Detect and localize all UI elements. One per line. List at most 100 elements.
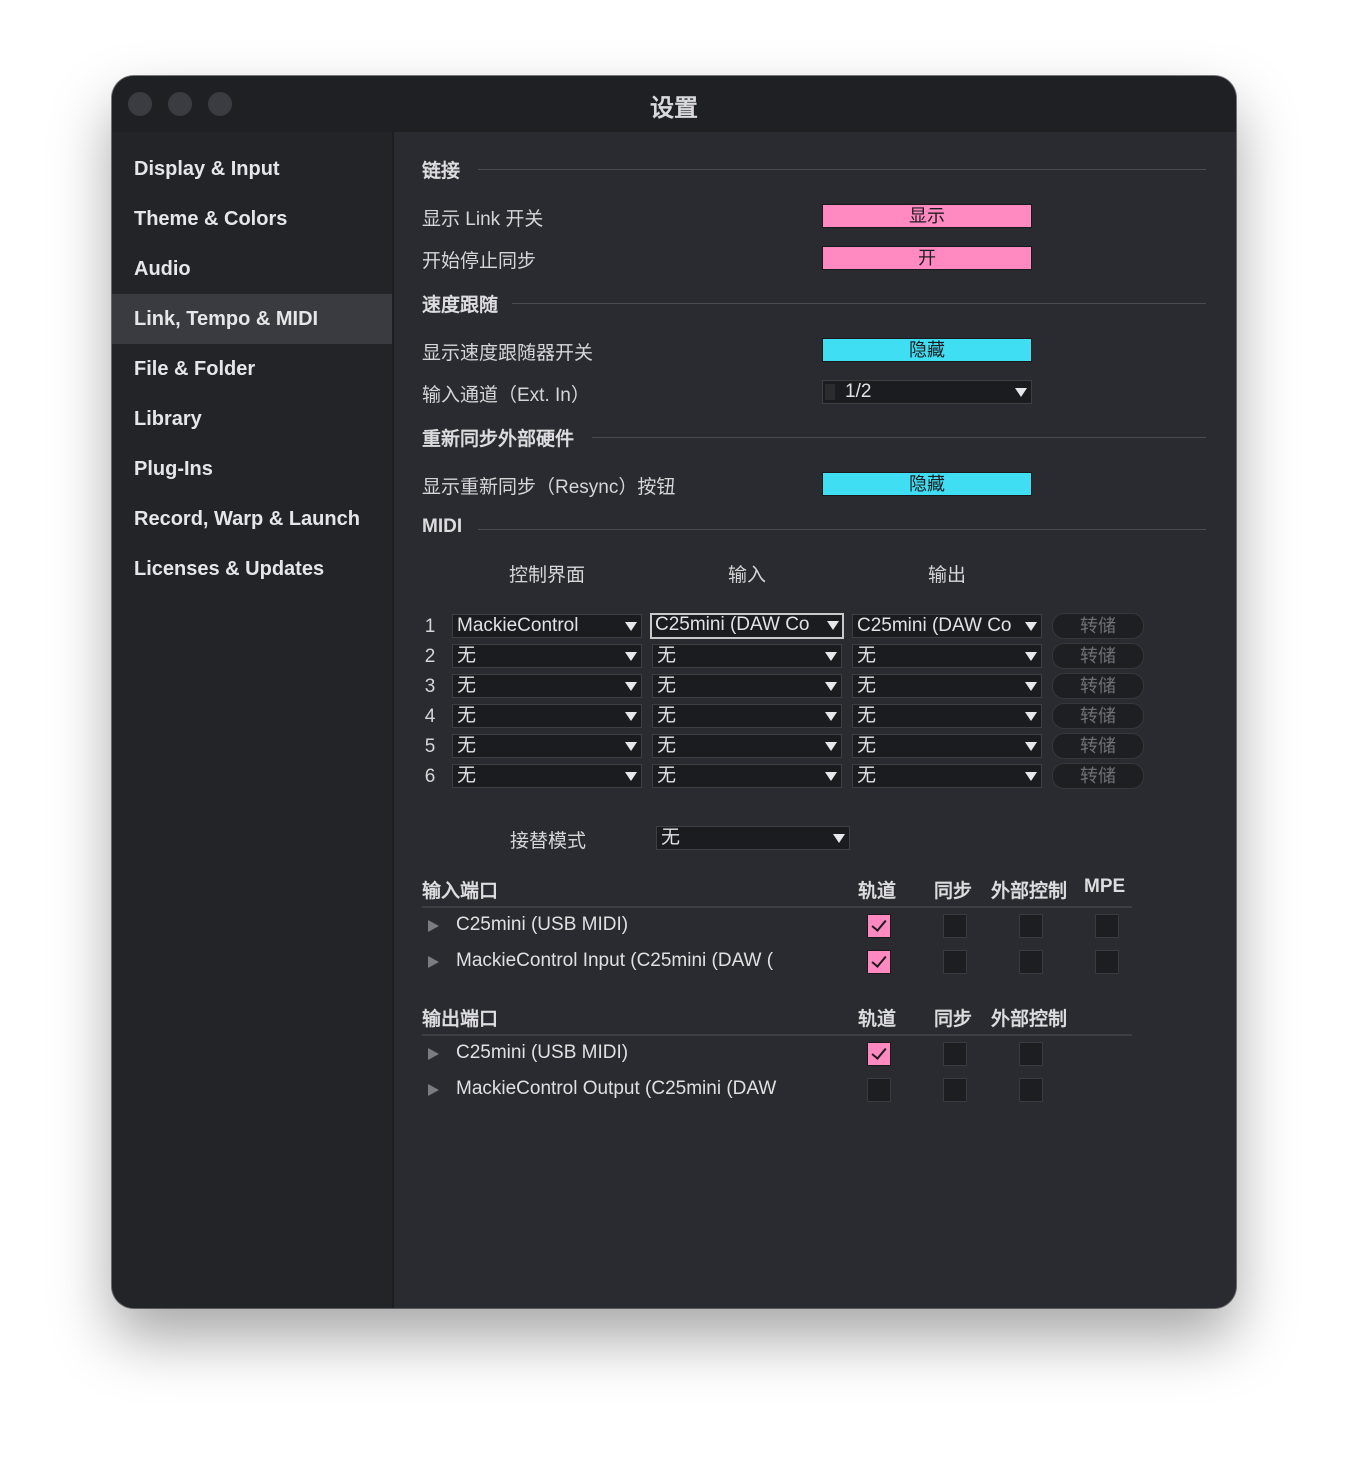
dump-button[interactable]: 转储 — [1052, 643, 1144, 669]
expand-arrow-icon[interactable] — [428, 1084, 439, 1096]
show-tempo-follower-toggle[interactable]: 隐藏 — [822, 338, 1032, 362]
sidebar-item-link-tempo-midi[interactable]: Link, Tempo & MIDI — [112, 294, 392, 344]
input-mpe-checkbox[interactable] — [1095, 950, 1119, 974]
title-bar: 设置 — [112, 76, 1236, 132]
chevron-down-icon — [625, 772, 637, 781]
show-resync-toggle[interactable]: 隐藏 — [822, 472, 1032, 496]
midi-input-value: 无 — [657, 705, 677, 726]
midi-output-value: 无 — [857, 645, 877, 666]
input-ports-header: 输入端口 — [422, 881, 499, 902]
chevron-down-icon — [825, 742, 837, 751]
control-surface-dropdown[interactable]: 无 — [452, 764, 642, 788]
control-surface-dropdown[interactable]: 无 — [452, 674, 642, 698]
column-header-input: 输入 — [727, 565, 766, 586]
midi-output-dropdown[interactable]: 无 — [852, 644, 1042, 668]
section-divider — [592, 437, 1206, 438]
sidebar-item-licenses-updates[interactable]: Licenses & Updates — [112, 544, 392, 594]
expand-arrow-icon[interactable] — [428, 956, 439, 968]
control-surface-dropdown[interactable]: MackieControl — [452, 614, 642, 638]
input-mpe-checkbox[interactable] — [1095, 914, 1119, 938]
chevron-down-icon — [1025, 682, 1037, 691]
row-number: 1 — [424, 616, 436, 637]
midi-output-dropdown[interactable]: 无 — [852, 704, 1042, 728]
input-sync-checkbox[interactable] — [943, 950, 967, 974]
midi-input-dropdown[interactable]: 无 — [652, 644, 842, 668]
midi-input-dropdown[interactable]: 无 — [652, 734, 842, 758]
chevron-down-icon — [625, 652, 637, 661]
section-divider — [478, 169, 1206, 170]
show-link-label: 显示 Link 开关 — [422, 209, 544, 230]
output-sync-checkbox[interactable] — [943, 1078, 967, 1102]
output-ports-col-sync: 同步 — [934, 1009, 973, 1030]
midi-output-value: 无 — [857, 675, 877, 696]
output-ports-divider — [422, 1034, 1132, 1036]
midi-input-dropdown[interactable]: 无 — [652, 704, 842, 728]
chevron-down-icon — [827, 621, 839, 630]
output-remote-checkbox[interactable] — [1019, 1078, 1043, 1102]
output-track-checkbox[interactable] — [867, 1042, 891, 1066]
sidebar-item-file-folder[interactable]: File & Folder — [112, 344, 392, 394]
takeover-mode-dropdown[interactable]: 无 — [656, 826, 850, 850]
output-ports-col-track: 轨道 — [858, 1009, 897, 1030]
dump-button[interactable]: 转储 — [1052, 763, 1144, 789]
sidebar-item-audio[interactable]: Audio — [112, 244, 392, 294]
row-number: 4 — [424, 706, 436, 727]
chevron-down-icon — [833, 834, 845, 843]
input-ports-col-sync: 同步 — [934, 881, 973, 902]
dump-button[interactable]: 转储 — [1052, 613, 1144, 639]
control-surface-dropdown[interactable]: 无 — [452, 644, 642, 668]
sidebar-item-theme-colors[interactable]: Theme & Colors — [112, 194, 392, 244]
midi-output-dropdown[interactable]: 无 — [852, 674, 1042, 698]
dump-button[interactable]: 转储 — [1052, 733, 1144, 759]
chevron-down-icon — [625, 712, 637, 721]
midi-input-value: C25mini (DAW Co — [655, 615, 810, 635]
control-surface-value: 无 — [457, 705, 477, 726]
expand-arrow-icon[interactable] — [428, 1048, 439, 1060]
output-port-name: C25mini (USB MIDI) — [456, 1042, 629, 1063]
row-number: 2 — [424, 646, 436, 667]
section-divider — [512, 303, 1206, 304]
midi-output-value: 无 — [857, 765, 877, 786]
dump-button[interactable]: 转储 — [1052, 703, 1144, 729]
midi-output-value: 无 — [857, 735, 877, 756]
midi-output-dropdown[interactable]: C25mini (DAW Co — [852, 614, 1042, 638]
start-stop-sync-label: 开始停止同步 — [422, 251, 537, 272]
start-stop-sync-toggle[interactable]: 开 — [822, 246, 1032, 270]
midi-input-dropdown[interactable]: 无 — [652, 674, 842, 698]
sidebar-item-plug-ins[interactable]: Plug-Ins — [112, 444, 392, 494]
input-remote-checkbox[interactable] — [1019, 914, 1043, 938]
chevron-down-icon — [1025, 772, 1037, 781]
row-number: 3 — [424, 676, 436, 697]
control-surface-value: 无 — [457, 765, 477, 786]
control-surface-dropdown[interactable]: 无 — [452, 704, 642, 728]
section-title-resync: 重新同步外部硬件 — [422, 429, 575, 450]
output-track-checkbox[interactable] — [867, 1078, 891, 1102]
sidebar-item-display-input[interactable]: Display & Input — [112, 144, 392, 194]
chevron-down-icon — [825, 712, 837, 721]
input-sync-checkbox[interactable] — [943, 914, 967, 938]
control-surface-dropdown[interactable]: 无 — [452, 734, 642, 758]
midi-input-dropdown[interactable]: C25mini (DAW Co — [650, 613, 844, 639]
chevron-down-icon — [625, 742, 637, 751]
expand-arrow-icon[interactable] — [428, 920, 439, 932]
input-channel-label: 输入通道（Ext. In） — [422, 385, 590, 406]
input-channel-dropdown[interactable]: 1/2 — [822, 380, 1032, 404]
output-remote-checkbox[interactable] — [1019, 1042, 1043, 1066]
midi-input-dropdown[interactable]: 无 — [652, 764, 842, 788]
input-remote-checkbox[interactable] — [1019, 950, 1043, 974]
chevron-down-icon — [1025, 712, 1037, 721]
midi-output-dropdown[interactable]: 无 — [852, 764, 1042, 788]
output-ports-header: 输出端口 — [422, 1009, 499, 1030]
input-ports-col-mpe: MPE — [1084, 876, 1126, 897]
input-track-checkbox[interactable] — [867, 914, 891, 938]
input-track-checkbox[interactable] — [867, 950, 891, 974]
sidebar-item-library[interactable]: Library — [112, 394, 392, 444]
show-tempo-follower-label: 显示速度跟随器开关 — [422, 343, 594, 364]
output-sync-checkbox[interactable] — [943, 1042, 967, 1066]
preferences-window: 设置 Display & Input Theme & Colors Audio … — [112, 76, 1236, 1308]
sidebar-item-record-warp-launch[interactable]: Record, Warp & Launch — [112, 494, 392, 544]
show-link-toggle[interactable]: 显示 — [822, 204, 1032, 228]
midi-output-dropdown[interactable]: 无 — [852, 734, 1042, 758]
dump-button[interactable]: 转储 — [1052, 673, 1144, 699]
input-channel-value: 1/2 — [845, 381, 872, 402]
